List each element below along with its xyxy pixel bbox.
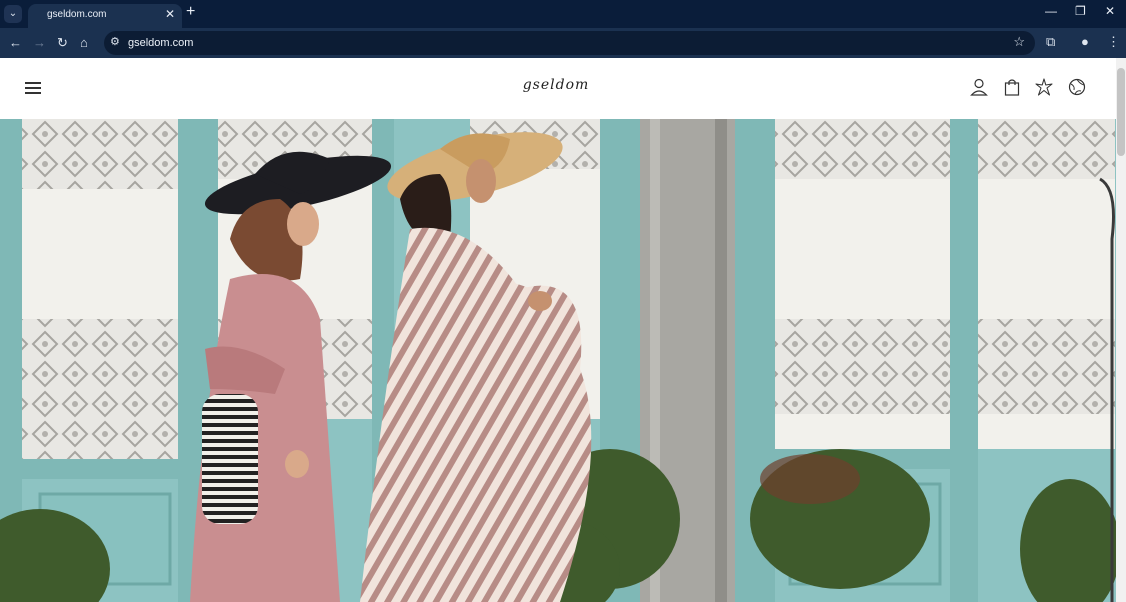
site-info-icon[interactable]: ⚙ [110,35,120,48]
site-logo[interactable]: gseldom [0,77,1112,93]
user-icon[interactable] [970,78,988,96]
new-tab-icon[interactable]: + [186,3,195,21]
tab-search-icon[interactable]: ⌄ [4,5,22,23]
tab-title: gseldom.com [47,9,107,20]
shopping-bag-icon[interactable] [1003,78,1021,96]
minimize-icon[interactable]: — [1045,4,1057,18]
address-bar[interactable]: ⚙ gseldom.com ☆ [104,31,1035,55]
url-text[interactable]: gseldom.com [128,37,193,49]
close-tab-icon[interactable]: ✕ [165,7,175,21]
globe-icon[interactable] [1068,78,1086,96]
forward-icon[interactable]: → [33,35,46,50]
browser-tab[interactable]: gseldom.com ✕ [28,4,182,28]
restore-icon[interactable]: ❐ [1075,4,1086,18]
browser-menu-icon[interactable]: ⋮ [1107,34,1120,50]
profile-icon[interactable]: ● [1081,34,1089,49]
browser-toolbar: ← → ↻ ⌂ ⚙ gseldom.com ☆ ⧉ ● ⋮ [0,28,1126,58]
site-header: gseldom [0,58,1116,119]
back-icon[interactable]: ← [9,35,22,50]
starfish-icon[interactable] [1035,78,1053,96]
home-icon[interactable]: ⌂ [80,35,88,50]
extensions-icon[interactable]: ⧉ [1046,34,1055,50]
page-scrollbar[interactable] [1116,58,1126,602]
scrollbar-thumb[interactable] [1117,68,1125,156]
browser-tab-strip: ⌄ gseldom.com ✕ + — ❐ ✕ [0,0,1126,28]
close-window-icon[interactable]: ✕ [1105,4,1115,18]
reload-icon[interactable]: ↻ [57,35,68,51]
hero-photo [0,119,1116,602]
bookmark-star-icon[interactable]: ☆ [1013,34,1025,50]
hero-image[interactable] [0,119,1116,602]
